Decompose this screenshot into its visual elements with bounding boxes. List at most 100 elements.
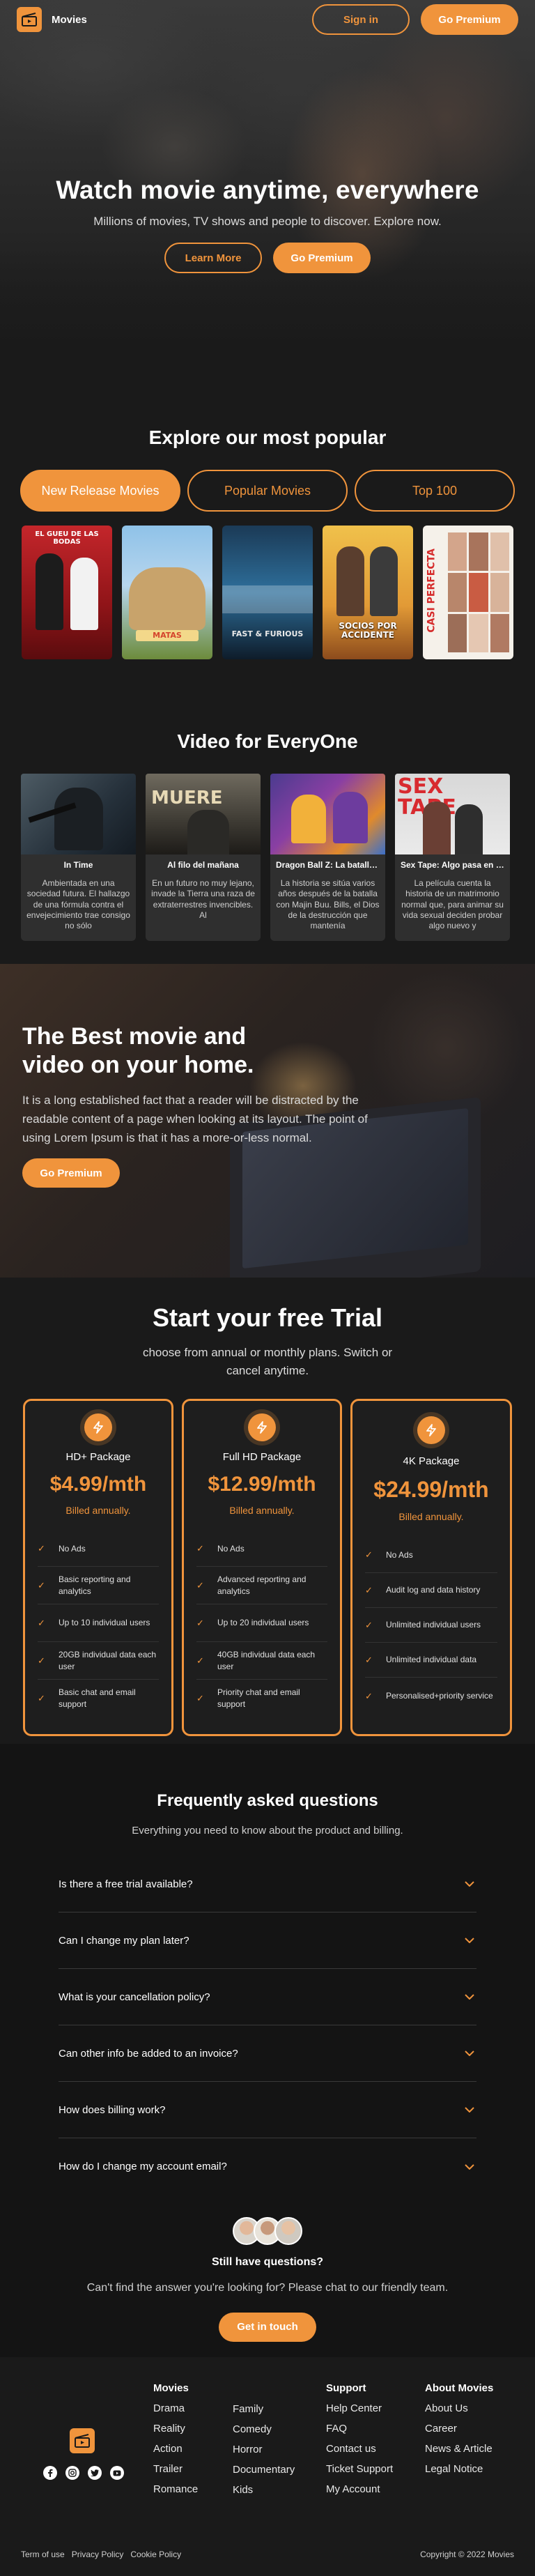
check-icon: ✓ [38,1692,45,1703]
plan-features: ✓ No Ads ✓ Basic reporting and analytics ✓… [25,1531,171,1717]
plan-features: ✓ No Ads ✓ Audit log and data history ✓ Unl… [352,1538,510,1715]
footer-link[interactable]: Ticket Support [326,2463,393,2475]
instagram-icon[interactable] [65,2466,79,2480]
check-icon: ✓ [38,1655,45,1666]
check-icon: ✓ [38,1617,45,1628]
faq-item[interactable]: Can other info be added to an invoice? [59,2025,476,2082]
plan-card-hd[interactable]: HD+ Package $4.99/mth Billed annually. ✓… [23,1399,173,1736]
poster-title: SOCIOS POR ACCIDENTE [339,621,397,640]
video-card[interactable]: Dragon Ball Z: La batalla de los dioses … [270,774,385,941]
video-card-title: In Time [63,860,93,870]
chevron-down-icon[interactable] [463,1933,476,1947]
signin-button[interactable]: Sign in [312,4,410,35]
cookie-link[interactable]: Cookie Policy [130,2550,181,2559]
best-title-line1: The Best movie and [22,1023,247,1050]
video-thumbnail: SEX TAPE [395,774,510,854]
video-section: Video for EveryOne In Time Ambientada en… [0,730,535,941]
footer-link[interactable]: News & Article [425,2443,493,2455]
video-card-title: Sex Tape: Algo pasa en la nube [401,860,504,870]
tab-popular[interactable]: Popular Movies [187,470,348,512]
footer-link[interactable]: About Us [425,2402,493,2414]
hero-section: Movies Sign in Go Premium Watch movie an… [0,0,535,369]
plan-card-full-hd[interactable]: Full HD Package $12.99/mth Billed annual… [182,1399,342,1736]
popular-title: Explore our most popular [148,427,387,448]
movie-poster[interactable]: CASI PERFECTA [423,526,513,659]
feature-item: ✓ Basic reporting and analytics [38,1566,159,1604]
hero-subtitle: Millions of movies, TV shows and people … [93,215,442,228]
footer-link[interactable]: Help Center [326,2402,393,2414]
terms-link[interactable]: Term of use [21,2550,65,2559]
chevron-down-icon[interactable] [463,2046,476,2060]
faq-item[interactable]: Is there a free trial available? [59,1856,476,1912]
footer-link[interactable]: Action [153,2443,198,2455]
social-links [43,2466,124,2480]
footer-link[interactable]: Drama [153,2402,198,2414]
movie-poster[interactable]: EL GUEU DE LAS BODAS [22,526,112,659]
movie-poster[interactable]: FAST & FURIOUS [222,526,313,659]
footer-logo[interactable] [70,2428,95,2453]
tab-top-100[interactable]: Top 100 [355,470,515,512]
youtube-icon[interactable] [110,2466,124,2480]
chevron-down-icon[interactable] [463,1990,476,2004]
footer-link[interactable]: Family [233,2403,295,2415]
faq-item[interactable]: How does billing work? [59,2082,476,2138]
brand-logo[interactable] [17,7,42,32]
poster-title: CASI PERFECTA [426,549,437,633]
chevron-down-icon[interactable] [463,2103,476,2117]
footer-link[interactable]: Documentary [233,2464,295,2476]
check-icon: ✓ [365,1690,373,1701]
feature-item: ✓ 40GB individual data each user [196,1641,327,1679]
video-card[interactable]: MUERE Al filo del mañana En un futuro no… [146,774,261,941]
footer-link[interactable]: Reality [153,2423,198,2435]
video-card[interactable]: SEX TAPE Sex Tape: Algo pasa en la nube … [395,774,510,941]
video-thumbnail: MUERE [146,774,261,854]
footer-link[interactable]: Kids [233,2484,295,2496]
footer-link[interactable]: Comedy [233,2423,295,2435]
plan-price: $24.99/mth [373,1477,489,1502]
get-in-touch-button[interactable]: Get in touch [219,2312,316,2342]
faq-item[interactable]: What is your cancellation policy? [59,1969,476,2025]
plan-card-4k[interactable]: 4K Package $24.99/mth Billed annually. ✓… [350,1399,512,1736]
movie-poster[interactable]: MATAS [122,526,212,659]
faq-item[interactable]: How do I change my account email? [59,2138,476,2195]
privacy-link[interactable]: Privacy Policy [72,2550,124,2559]
facebook-icon[interactable] [43,2466,57,2480]
video-card-row: In Time Ambientada en una sociedad futur… [0,774,535,941]
video-card[interactable]: In Time Ambientada en una sociedad futur… [21,774,136,941]
page-root: Movies Sign in Go Premium Watch movie an… [0,0,535,2576]
video-card-title: Dragon Ball Z: La batalla de los dioses [276,860,380,870]
footer-link[interactable]: My Account [326,2483,393,2495]
footer-link[interactable]: Legal Notice [425,2463,493,2475]
chevron-down-icon[interactable] [463,1877,476,1891]
footer-link[interactable]: Romance [153,2483,198,2495]
chevron-down-icon[interactable] [463,2160,476,2174]
check-icon: ✓ [196,1579,204,1590]
trial-subtitle-line1: choose from annual or monthly plans. Swi… [142,1346,393,1359]
feature-item: ✓ 20GB individual data each user [38,1641,159,1679]
footer-col-support: Support Help Center FAQ Contact us Ticke… [326,2382,393,2504]
movie-poster[interactable]: SOCIOS POR ACCIDENTE [323,526,413,659]
footer-link[interactable]: Trailer [153,2463,198,2475]
learn-more-button[interactable]: Learn More [164,243,262,273]
nav-premium-button[interactable]: Go Premium [421,4,518,35]
footer-heading: Movies [153,2382,189,2394]
footer-link[interactable]: FAQ [326,2423,393,2435]
bolt-icon [417,1416,445,1444]
faq-item[interactable]: Can I change my plan later? [59,1912,476,1969]
video-card-body: Dragon Ball Z: La batalla de los dioses … [270,854,385,941]
footer-link[interactable]: Career [425,2423,493,2435]
twitter-icon[interactable] [88,2466,102,2480]
tab-new-release[interactable]: New Release Movies [20,470,180,512]
hero-content: Watch movie anytime, everywhere Millions… [0,176,535,273]
video-card-body: Sex Tape: Algo pasa en la nube La pelícu… [395,854,510,941]
faq-question: What is your cancellation policy? [59,1991,210,2003]
copyright-text: Copyright © 2022 Movies [420,2550,514,2559]
faq-question: Can other info be added to an invoice? [59,2047,238,2060]
hero-premium-button[interactable]: Go Premium [273,243,371,273]
footer-link[interactable]: Horror [233,2444,295,2455]
popular-section: Explore our most popular New Release Mov… [0,427,535,659]
check-icon: ✓ [365,1619,373,1630]
footer-link[interactable]: Contact us [326,2443,393,2455]
best-premium-button[interactable]: Go Premium [22,1158,120,1188]
faq-question: Is there a free trial available? [59,1878,193,1890]
